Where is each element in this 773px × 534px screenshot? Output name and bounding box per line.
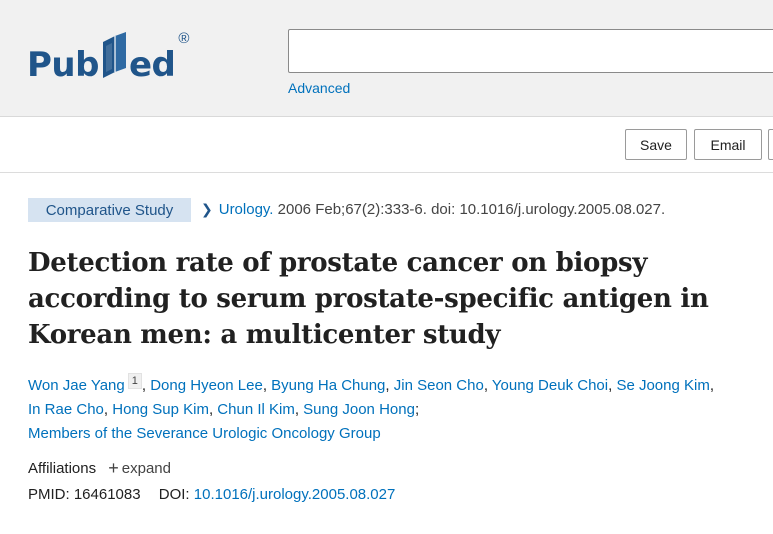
author-link[interactable]: Sung Joon Hong: [303, 401, 415, 418]
journal-link[interactable]: Urology.: [219, 201, 274, 218]
email-button[interactable]: Email: [694, 129, 762, 160]
article-title: Detection rate of prostate cancer on bio…: [28, 248, 709, 350]
chevron-right-icon: ❯: [201, 201, 213, 217]
logo-text-pub: Pub: [27, 45, 99, 85]
affiliation-marker[interactable]: 1: [127, 373, 142, 389]
publication-type-badge: Comparative Study: [28, 198, 191, 222]
author-link[interactable]: Dong Hyeon Lee: [150, 377, 263, 394]
author-link[interactable]: Byung Ha Chung: [271, 377, 385, 394]
logo-text-ed: ed: [128, 45, 176, 85]
author-list: Won Jae Yang 1, Dong Hyeon Lee, Byung Ha …: [28, 373, 714, 442]
action-bar: Save Email: [0, 118, 773, 173]
author-link[interactable]: Jin Seon Cho: [394, 377, 484, 394]
plus-icon[interactable]: +: [108, 458, 119, 479]
doi-label: DOI:: [158, 486, 190, 503]
identifiers-row: PMID: 16461083 DOI: 10.1016/j.urology.20…: [28, 486, 395, 503]
pmid-value: 16461083: [73, 486, 141, 503]
expand-affiliations-button[interactable]: expand: [122, 460, 171, 477]
doi-link[interactable]: 10.1016/j.urology.2005.08.027: [194, 486, 396, 503]
author-link[interactable]: Won Jae Yang: [28, 377, 125, 394]
save-button[interactable]: Save: [625, 129, 687, 160]
affiliations-row: Affiliations + expand: [28, 458, 171, 479]
author-link[interactable]: Young Deuk Choi: [492, 377, 608, 394]
author-link[interactable]: Hong Sup Kim: [112, 401, 209, 418]
author-link[interactable]: Chun Il Kim: [217, 401, 295, 418]
citation-details: 2006 Feb;67(2):333-6. doi: 10.1016/j.uro…: [273, 201, 666, 218]
more-actions-button[interactable]: [768, 129, 773, 160]
pubmed-logo[interactable]: Pub ed ®: [27, 26, 189, 82]
affiliations-label: Affiliations: [28, 460, 97, 477]
search-input[interactable]: [288, 29, 773, 73]
advanced-search-link[interactable]: Advanced: [288, 80, 350, 96]
journal-citation: ❯ Urology. 2006 Feb;67(2):333-6. doi: 10.…: [201, 201, 665, 218]
group-author-link[interactable]: Members of the Severance Urologic Oncolo…: [28, 425, 381, 442]
author-link[interactable]: In Rae Cho: [28, 401, 104, 418]
registered-mark: ®: [178, 30, 190, 47]
pmid-label: PMID:: [28, 486, 70, 503]
author-link[interactable]: Se Joong Kim: [616, 377, 709, 394]
book-m-icon: [102, 32, 126, 78]
site-header: Pub ed ® Advanced: [0, 0, 773, 117]
